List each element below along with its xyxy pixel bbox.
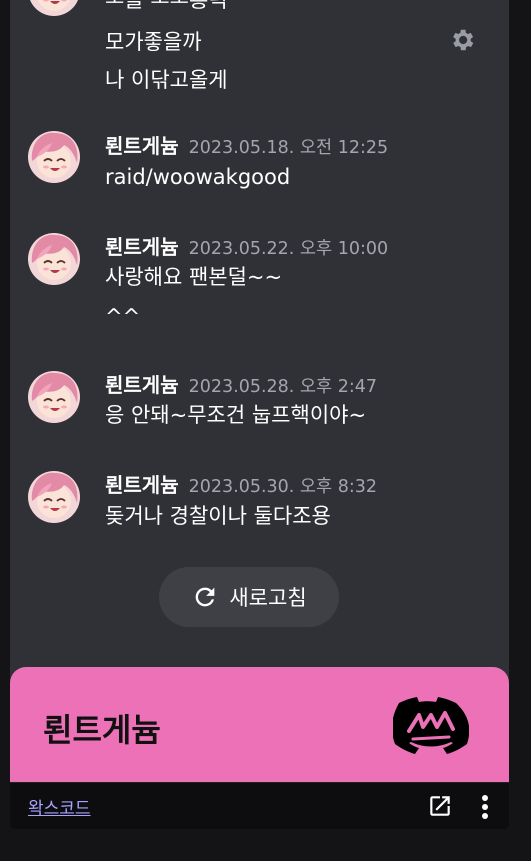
timestamp: 2023.05.22. 오후 10:00 [188, 239, 389, 259]
avatar [28, 0, 80, 16]
refresh-icon [196, 587, 215, 607]
server-title: 뢴트게늄 [43, 711, 161, 749]
discord-logo [393, 697, 469, 754]
avatar [28, 233, 80, 285]
author-name: 뢴트게늄 [105, 235, 179, 259]
more-vertical-icon[interactable] [476, 793, 494, 821]
widget-footer: 왁스코드 [10, 782, 509, 829]
message-list[interactable]: ㅗ믈 ㅗㅗ흥녁 모가좋을까 나 이닦고올게 뢴트게늄 2023.05.18. 오전… [10, 0, 509, 660]
message-text: 돚거나 경찰이나 둘다조용 [105, 504, 331, 528]
message-text: ㅗ믈 ㅗㅗ흥녁 [105, 0, 228, 12]
widget-link[interactable]: 왁스코드 [28, 794, 91, 819]
avatar [28, 471, 80, 523]
timestamp: 2023.05.18. 오전 12:25 [188, 138, 389, 158]
message-text: 응 안돼~무조건 눕프핵이야~ [105, 403, 367, 427]
message-header: 뢴트게늄 2023.05.30. 오후 8:32 [105, 469, 377, 498]
timestamp: 2023.05.30. 오후 8:32 [188, 477, 377, 497]
external-link-icon[interactable] [427, 793, 453, 819]
timestamp: 2023.05.28. 오후 2:47 [188, 377, 377, 397]
refresh-button[interactable]: 새로고침 [159, 567, 339, 627]
message-text: 사랑해요 팬본덜~~ [105, 265, 283, 289]
message-text: raid/woowakgood [105, 165, 291, 189]
message-text: 나 이닦고올게 [105, 68, 228, 92]
author-name: 뢴트게늄 [105, 373, 179, 397]
gear-icon[interactable] [448, 26, 476, 54]
author-name: 뢴트게늄 [105, 134, 179, 158]
message-header: 뢴트게늄 2023.05.28. 오후 2:47 [105, 369, 377, 398]
message-header: 뢴트게늄 2023.05.22. 오후 10:00 [105, 231, 388, 260]
message-header: 뢴트게늄 2023.05.18. 오전 12:25 [105, 130, 388, 159]
message-text: ^^ [105, 305, 141, 329]
message-text: 모가좋을까 [105, 30, 202, 54]
avatar [28, 371, 80, 423]
server-banner: 뢴트게늄 [10, 667, 509, 783]
chat-panel: ㅗ믈 ㅗㅗ흥녁 모가좋을까 나 이닦고올게 뢴트게늄 2023.05.18. 오전… [10, 0, 509, 829]
avatar [28, 131, 80, 183]
refresh-label: 새로고침 [229, 586, 307, 610]
author-name: 뢴트게늄 [105, 473, 179, 497]
